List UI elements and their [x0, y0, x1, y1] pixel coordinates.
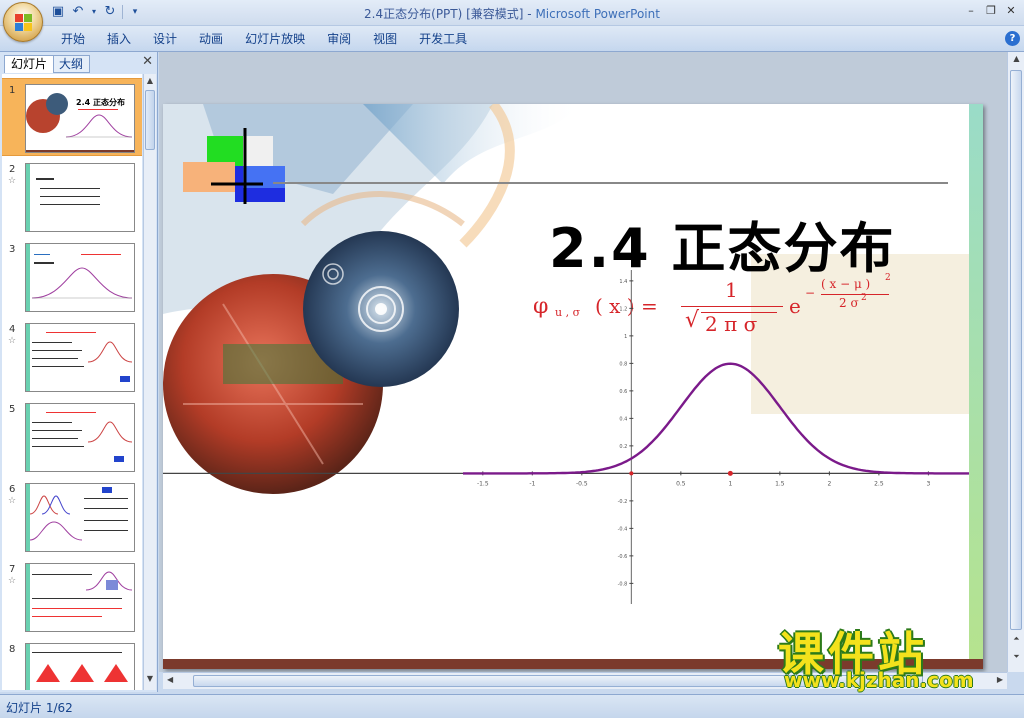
slide-preview	[25, 483, 135, 552]
help-icon[interactable]: ?	[1005, 31, 1020, 46]
scroll-left-icon[interactable]: ◀	[167, 675, 173, 684]
slide-canvas[interactable]: 2.4 正态分布 φ u , σ ( x ) = 1 √ 2 π σ e − (…	[163, 104, 983, 669]
document-title: 2.4正态分布(PPT) [兼容模式] -	[364, 7, 536, 21]
tab-outline[interactable]: 大纲	[52, 55, 91, 73]
y-tick-label: 1.4	[619, 279, 627, 285]
window-title: 2.4正态分布(PPT) [兼容模式] - Microsoft PowerPoi…	[0, 5, 1024, 22]
x-tick-label: 2	[827, 480, 831, 487]
slide-preview	[25, 643, 135, 690]
tab-insert[interactable]: 插入	[96, 31, 142, 47]
minimize-icon[interactable]: –	[962, 3, 980, 19]
tab-view[interactable]: 视图	[362, 31, 408, 47]
close-icon[interactable]: ✕	[1002, 3, 1020, 19]
x-tick-label: 2.5	[874, 480, 884, 487]
slide-number: 5	[9, 404, 16, 415]
y-tick-label: -0.6	[618, 554, 628, 560]
ribbon-tabs: 开始 插入 设计 动画 幻灯片放映 审阅 视图 开发工具 ?	[0, 26, 1024, 52]
slide-thumbnail-5[interactable]: 5	[2, 398, 142, 476]
slide-preview	[25, 403, 135, 472]
x-tick-label: 0.5	[676, 480, 686, 487]
scroll-up-icon[interactable]: ▲	[144, 76, 156, 90]
slide-number: 8	[9, 644, 16, 655]
slide-number: 7	[9, 564, 16, 575]
tab-review[interactable]: 审阅	[316, 31, 362, 47]
slide-thumbnail-4[interactable]: 4 ☆	[2, 318, 142, 396]
slide-editor: 2.4 正态分布 φ u , σ ( x ) = 1 √ 2 π σ e − (…	[159, 52, 1007, 672]
tab-slideshow[interactable]: 幻灯片放映	[234, 31, 316, 47]
tab-developer[interactable]: 开发工具	[408, 31, 478, 47]
animation-star-icon: ☆	[8, 496, 17, 506]
slide-thumbnail-3[interactable]: 3	[2, 238, 142, 316]
density-curve	[463, 362, 973, 475]
x-tick-label: -0.5	[576, 480, 588, 487]
animation-star-icon: ☆	[8, 336, 17, 346]
slides-panel: 幻灯片 大纲 ✕ 1 2.4 正态分布 2 ☆ 3 4 ☆ 5 6 ☆ 7 ☆ …	[0, 52, 158, 692]
slide-thumbnail-7[interactable]: 7 ☆	[2, 558, 142, 636]
tab-slides[interactable]: 幻灯片	[4, 55, 55, 73]
y-tick-label: 1.2	[619, 306, 627, 312]
slide-number: 4	[9, 324, 16, 335]
editor-vertical-scrollbar[interactable]: ▲ ⏶ ⏷	[1007, 52, 1024, 672]
restore-icon[interactable]: ❐	[982, 3, 1000, 19]
slide-preview	[25, 563, 135, 632]
slide-indicator: 幻灯片 1/62	[6, 701, 73, 715]
site-watermark: 课件站 www.kjzhan.com	[778, 618, 1024, 692]
slide-preview	[25, 323, 135, 392]
slide-thumbnail-2[interactable]: 2 ☆	[2, 158, 142, 236]
slide-thumbnail-1[interactable]: 1 2.4 正态分布	[2, 78, 142, 156]
slide-preview: 2.4 正态分布	[25, 84, 135, 153]
close-pane-icon[interactable]: ✕	[142, 54, 153, 69]
app-name: Microsoft PowerPoint	[535, 7, 660, 21]
x-tick-label: -1	[529, 480, 535, 487]
x-tick-label: 3	[926, 480, 930, 487]
slide-number: 1	[9, 85, 16, 96]
origin-marker	[629, 471, 634, 476]
slide-thumbnail-8[interactable]: 8	[2, 638, 142, 690]
slide-preview	[25, 163, 135, 232]
slide-thumbnails: 1 2.4 正态分布 2 ☆ 3 4 ☆ 5 6 ☆ 7 ☆ 8	[2, 74, 142, 690]
window-controls: – ❐ ✕	[962, 3, 1020, 19]
scrollbar-thumb[interactable]	[1010, 70, 1022, 630]
thumbnails-scrollbar[interactable]: ▲ ▼	[143, 74, 156, 690]
watermark-url: www.kjzhan.com	[784, 668, 974, 692]
slide-thumbnail-6[interactable]: 6 ☆	[2, 478, 142, 556]
scrollbar-thumb[interactable]	[145, 90, 155, 150]
office-button[interactable]	[3, 2, 43, 42]
x-tick-label: 1	[728, 480, 732, 487]
x-tick-label: -1.5	[477, 480, 489, 487]
y-tick-label: -0.4	[618, 526, 628, 532]
y-tick-label: 0.4	[619, 416, 627, 422]
y-tick-label: -0.8	[618, 581, 628, 587]
y-tick-label: 0.6	[619, 389, 627, 395]
animation-star-icon: ☆	[8, 576, 17, 586]
slide-preview	[25, 243, 135, 312]
status-bar: 幻灯片 1/62	[0, 694, 1024, 718]
tab-design[interactable]: 设计	[142, 31, 188, 47]
y-tick-label: 0.2	[619, 444, 627, 450]
mean-marker	[727, 470, 733, 476]
scroll-up-icon[interactable]: ▲	[1010, 54, 1023, 63]
x-tick-label: 1.5	[775, 480, 785, 487]
slide-number: 6	[9, 484, 16, 495]
slide-number: 3	[9, 244, 16, 255]
title-bar: ▣ ↶ ▾ ↻ ▾ 2.4正态分布(PPT) [兼容模式] - Microsof…	[0, 0, 1024, 42]
slide-accent-bar	[969, 104, 983, 669]
normal-distribution-chart: -1.5 -1 -0.5 0.5 1 1.5 2 2.5 3 1.4 1.2 1 0.8 0.6 0.4 0.…	[163, 270, 973, 604]
y-tick-label: -0.2	[618, 499, 628, 505]
y-tick-label: 0.8	[619, 361, 627, 367]
office-logo-icon	[15, 14, 33, 32]
slide-number: 2	[9, 164, 16, 175]
tab-animations[interactable]: 动画	[188, 31, 234, 47]
tab-home[interactable]: 开始	[50, 31, 96, 47]
y-tick-label: 1	[624, 334, 627, 340]
animation-star-icon: ☆	[8, 176, 17, 186]
scroll-down-icon[interactable]: ▼	[144, 674, 156, 688]
